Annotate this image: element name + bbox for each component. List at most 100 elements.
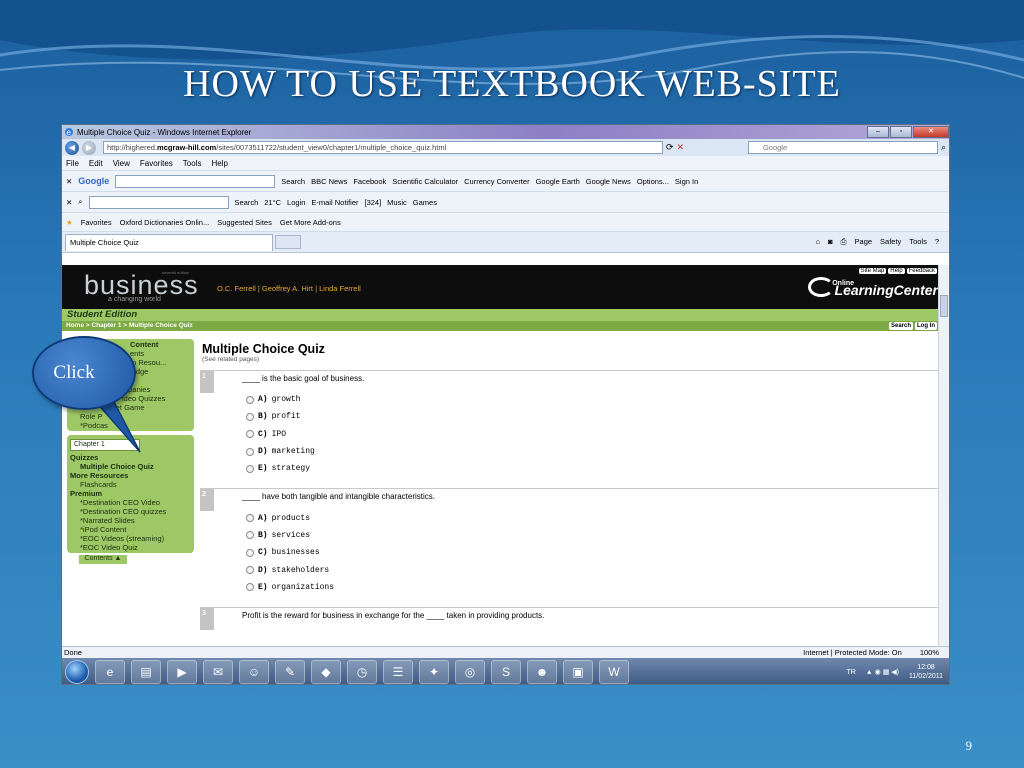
messenger-taskbar-icon[interactable]: ☺	[239, 660, 269, 684]
cmd-safety[interactable]: Safety	[880, 237, 901, 247]
menu-file[interactable]: File	[66, 159, 79, 168]
radio-button[interactable]	[246, 395, 254, 404]
radio-button[interactable]	[246, 464, 254, 473]
forward-button[interactable]: ▶	[82, 140, 96, 155]
help-icon[interactable]: ?	[935, 237, 939, 247]
start-button[interactable]	[65, 660, 89, 684]
fav-oxford[interactable]: Oxford Dictionaries Onlin...	[120, 218, 210, 227]
toolbar-calculator[interactable]: Scientific Calculator	[392, 177, 458, 186]
feeds-icon[interactable]: ◙	[828, 237, 833, 247]
word-taskbar-icon[interactable]: W	[599, 660, 629, 684]
toolbar-sign-in[interactable]: Sign In	[675, 177, 698, 186]
answer-option[interactable]: B) profit	[242, 408, 940, 425]
menu-help[interactable]: Help	[211, 159, 227, 168]
toolbar-bbc-news[interactable]: BBC News	[311, 177, 347, 186]
toolbar-search[interactable]: Search	[281, 177, 305, 186]
tab-multiple-choice-quiz[interactable]: Multiple Choice Quiz	[65, 233, 273, 251]
nav-item[interactable]: Role P	[70, 412, 191, 421]
fav-get-add-ons[interactable]: Get More Add-ons	[280, 218, 341, 227]
answer-option[interactable]: A) products	[242, 509, 940, 526]
nav-premium-item[interactable]: *Destination CEO Video	[70, 498, 191, 507]
feedback-link[interactable]: Feedback	[906, 268, 937, 274]
radio-button[interactable]	[246, 548, 254, 557]
radio-button[interactable]	[246, 447, 254, 456]
cmd-page[interactable]: Page	[855, 237, 873, 247]
close-toolbar-icon[interactable]: ✕	[66, 198, 72, 207]
secondary-search-field[interactable]	[88, 195, 229, 209]
help-link[interactable]: Help	[888, 268, 905, 274]
fav-suggested-sites[interactable]: Suggested Sites	[217, 218, 272, 227]
radio-button[interactable]	[246, 566, 254, 575]
answer-option[interactable]: C) businesses	[242, 544, 940, 561]
answer-option[interactable]: E) strategy	[242, 460, 940, 477]
app-taskbar-icon[interactable]: ◆	[311, 660, 341, 684]
answer-option[interactable]: E) organizations	[242, 579, 940, 596]
radio-button[interactable]	[246, 514, 254, 523]
pin-taskbar-icon[interactable]: ✎	[275, 660, 305, 684]
restore-button[interactable]: ▫	[890, 126, 912, 138]
print-icon[interactable]: ⎙	[841, 237, 847, 247]
answer-option[interactable]: B) services	[242, 527, 940, 544]
nav-premium-item[interactable]: *EOC Video Quiz	[70, 543, 191, 552]
toolbar2-search[interactable]: Search	[235, 198, 259, 207]
puzzle-taskbar-icon[interactable]: ✦	[419, 660, 449, 684]
see-related-pages-link[interactable]: (See related pages)	[200, 356, 940, 363]
back-button[interactable]: ◀	[65, 140, 79, 155]
contents-button[interactable]: Contents ▲	[78, 554, 128, 565]
close-window-button[interactable]: ✕	[913, 126, 949, 138]
toolbar2-games[interactable]: Games	[413, 198, 437, 207]
toolbar-currency[interactable]: Currency Converter	[464, 177, 529, 186]
language-indicator[interactable]: TR	[846, 669, 855, 676]
clock[interactable]: 12:08 11/02/2011	[909, 663, 943, 681]
answer-option[interactable]: C) IPO	[242, 426, 940, 443]
close-toolbar-icon[interactable]: ✕	[66, 177, 72, 186]
notes-taskbar-icon[interactable]: ☰	[383, 660, 413, 684]
toolbar2-login[interactable]: Login	[287, 198, 305, 207]
tray-icons[interactable]: ▲ ◉ ▦ ◀)	[866, 668, 899, 676]
menu-favorites[interactable]: Favorites	[140, 159, 173, 168]
nav-premium-item[interactable]: *iPod Content	[70, 525, 191, 534]
users-taskbar-icon[interactable]: ☻	[527, 660, 557, 684]
nav-premium-item[interactable]: *Destination CEO quizzes	[70, 507, 191, 516]
google-search-field[interactable]	[115, 174, 276, 188]
zoom-level[interactable]: 100%	[920, 648, 939, 657]
nav-premium-item[interactable]: *EOC Videos (streaming)	[70, 534, 191, 543]
toolbar-google-news[interactable]: Google News	[586, 177, 631, 186]
vertical-scrollbar[interactable]	[938, 265, 949, 646]
stop-icon[interactable]: ✕	[677, 142, 685, 153]
nav-multiple-choice-quiz[interactable]: Multiple Choice Quiz	[70, 462, 191, 471]
site-search-button[interactable]: Search	[888, 322, 913, 330]
radio-button[interactable]	[246, 412, 254, 421]
search-input[interactable]: Google	[747, 141, 938, 154]
chapter-select[interactable]: Chapter 1	[70, 439, 140, 451]
toolbar-options[interactable]: Options...	[637, 177, 669, 186]
favorites-button[interactable]: Favorites	[81, 218, 112, 227]
office-taskbar-icon[interactable]: ▣	[563, 660, 593, 684]
explorer-taskbar-icon[interactable]: ▤	[131, 660, 161, 684]
minimize-button[interactable]: –	[867, 126, 889, 138]
toolbar2-email-notifier[interactable]: E-mail Notifier	[311, 198, 358, 207]
toolbar2-music[interactable]: Music	[387, 198, 407, 207]
toolbar-facebook[interactable]: Facebook	[353, 177, 386, 186]
scroll-thumb[interactable]	[940, 295, 948, 317]
new-tab-button[interactable]	[275, 235, 301, 249]
radio-button[interactable]	[246, 583, 254, 592]
mail-taskbar-icon[interactable]: ✉	[203, 660, 233, 684]
home-icon[interactable]: ⌂	[815, 237, 820, 247]
site-map-link[interactable]: Site Map	[858, 268, 887, 274]
menu-edit[interactable]: Edit	[89, 159, 103, 168]
cmd-tools[interactable]: Tools	[909, 237, 927, 247]
nav-item[interactable]: *Podcas	[70, 421, 191, 430]
menu-view[interactable]: View	[113, 159, 130, 168]
radio-button[interactable]	[246, 430, 254, 439]
radio-button[interactable]	[246, 531, 254, 540]
answer-option[interactable]: D) marketing	[242, 443, 940, 460]
skype-taskbar-icon[interactable]: S	[491, 660, 521, 684]
nav-premium-item[interactable]: *Narrated Slides	[70, 516, 191, 525]
ie-taskbar-icon[interactable]: e	[95, 660, 125, 684]
search-icon[interactable]: ⌕	[78, 197, 82, 207]
refresh-icon[interactable]: ⟳	[666, 142, 674, 153]
answer-option[interactable]: D) stakeholders	[242, 561, 940, 578]
nav-flashcards[interactable]: Flashcards	[70, 480, 191, 489]
search-icon[interactable]: ⌕	[941, 142, 946, 153]
